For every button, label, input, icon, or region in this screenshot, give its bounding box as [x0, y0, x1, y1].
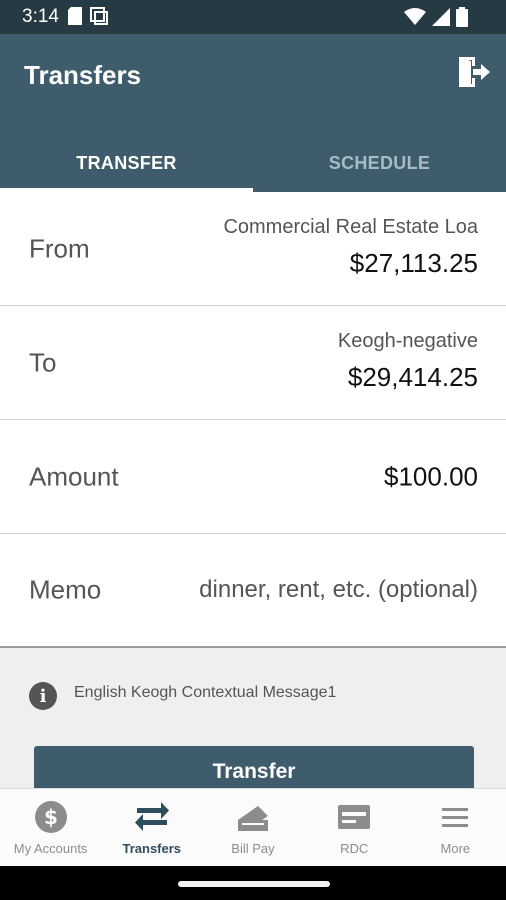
sd-card-icon	[68, 7, 82, 25]
tab-schedule[interactable]: SCHEDULE	[253, 134, 506, 192]
battery-icon	[456, 7, 468, 27]
memo-label: Memo	[29, 574, 102, 605]
home-gesture-handle[interactable]	[178, 881, 330, 887]
to-label: To	[29, 347, 57, 377]
contextual-message: English Keogh Contextual Message1	[74, 684, 337, 701]
screenshot-icon	[90, 7, 108, 25]
to-account-name: Keogh-negative	[337, 330, 478, 352]
transfer-arrows-icon	[134, 802, 169, 831]
from-account-row[interactable]: From Commercial Real Estate Loa $27,113.…	[0, 192, 506, 306]
nav-transfers-label: Transfers	[122, 841, 182, 856]
svg-text:$: $	[44, 805, 58, 829]
from-label: From	[29, 233, 90, 263]
logout-button[interactable]	[454, 52, 494, 92]
nav-my-accounts-label: My Accounts	[13, 841, 88, 856]
wifi-icon	[404, 8, 426, 25]
tab-schedule-label: SCHEDULE	[328, 152, 431, 173]
dollar-circle-icon: $	[34, 801, 67, 833]
menu-icon	[442, 808, 469, 827]
page-title: Transfers	[24, 60, 142, 90]
from-account-name: Commercial Real Estate Loa	[223, 216, 478, 238]
nav-bill-pay-label: Bill Pay	[231, 841, 275, 856]
memo-row[interactable]: Memo dinner, rent, etc. (optional)	[0, 534, 506, 646]
system-navigation-area	[0, 866, 506, 900]
nav-transfers[interactable]: Transfers	[101, 789, 202, 867]
status-bar: 3:14	[0, 0, 506, 34]
status-time: 3:14	[22, 6, 59, 27]
amount-label: Amount	[29, 461, 119, 491]
tab-transfer-label: TRANSFER	[76, 152, 177, 173]
check-deposit-icon	[338, 805, 371, 829]
info-icon: i	[29, 682, 57, 710]
transfer-button-label: Transfer	[212, 760, 296, 783]
logout-door-icon	[459, 57, 490, 87]
from-account-balance: $27,113.25	[349, 248, 478, 278]
amount-row[interactable]: Amount $100.00	[0, 420, 506, 534]
bottom-nav: $ My Accounts Transfers Bill Pay RDC Mor…	[0, 788, 506, 866]
info-panel: i English Keogh Contextual Message1 Tran…	[0, 646, 506, 800]
tab-bar: TRANSFER SCHEDULE	[0, 134, 506, 192]
signal-icon	[432, 8, 450, 26]
nav-more-label: More	[440, 841, 471, 856]
bill-pay-icon	[237, 806, 268, 831]
to-account-row[interactable]: To Keogh-negative $29,414.25	[0, 306, 506, 420]
amount-field[interactable]: $100.00	[384, 461, 478, 492]
nav-bill-pay[interactable]: Bill Pay	[202, 789, 303, 867]
nav-my-accounts[interactable]: $ My Accounts	[0, 789, 101, 867]
nav-rdc-label: RDC	[340, 841, 369, 856]
memo-input[interactable]: dinner, rent, etc. (optional)	[199, 576, 478, 604]
nav-rdc[interactable]: RDC	[304, 789, 405, 867]
nav-more[interactable]: More	[405, 789, 506, 867]
to-account-balance: $29,414.25	[347, 362, 478, 392]
app-bar: Transfers TRANSFER SCHEDULE	[0, 34, 506, 192]
tab-transfer[interactable]: TRANSFER	[0, 134, 253, 192]
